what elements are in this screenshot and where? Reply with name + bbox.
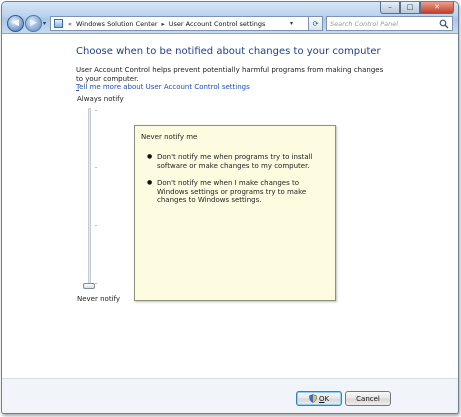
main-content: Choose when to be notified about changes… [2,34,458,378]
slider-top-label: Always notify [77,95,124,103]
uac-settings-window: – □ ✕ ◀ ▶ ▾ « Windows Solution Center ▸ … [1,1,459,414]
bullet-icon: ● [147,179,153,186]
notification-slider-track[interactable] [88,108,91,286]
maximize-button[interactable]: □ [400,2,420,14]
notification-slider-thumb[interactable] [83,283,95,289]
slider-tick [95,225,97,226]
forward-button[interactable]: ▶ [25,15,42,32]
slider-bottom-label: Never notify [77,295,120,303]
ok-button[interactable]: OK [296,391,342,406]
breadcrumb-separator-icon[interactable]: ▸ [162,20,165,28]
address-bar[interactable]: « Windows Solution Center ▸ User Account… [50,16,309,31]
cancel-button[interactable]: Cancel [345,391,391,406]
search-icon[interactable] [439,19,449,29]
page-title: Choose when to be notified about changes… [76,46,381,57]
search-input[interactable]: Search Control Panel [326,16,453,31]
dialog-footer: OK Cancel [2,378,458,413]
back-button[interactable]: ◀ [7,15,24,32]
level-description-box: Never notify me ● Don't notify me when p… [134,125,336,301]
ok-button-label: K [324,394,330,403]
description-text: User Account Control helps prevent poten… [76,66,384,83]
refresh-button[interactable]: ⟳ [309,16,323,31]
learn-more-link-text: ell me more about User Account Control s… [79,83,250,91]
address-history-chevron-icon[interactable]: ▾ [290,20,293,27]
level-description-bullet: Don't notify me when I make changes to W… [157,179,307,204]
address-overflow-chevron[interactable]: « [68,20,72,28]
slider-tick [95,110,97,111]
level-description-title: Never notify me [141,133,198,141]
slider-tick [95,283,97,284]
close-button[interactable]: ✕ [420,2,454,14]
window-chrome: – □ ✕ ◀ ▶ ▾ « Windows Solution Center ▸ … [2,2,458,34]
breadcrumb-uac-settings[interactable]: User Account Control settings [169,20,266,28]
control-panel-icon [54,19,63,28]
uac-shield-icon [309,394,317,403]
learn-more-link[interactable]: Tell me more about User Account Control … [76,83,250,91]
recent-pages-dropdown[interactable]: ▾ [43,20,46,27]
slider-tick [95,167,97,168]
search-placeholder: Search Control Panel [330,19,399,28]
level-description-bullet: Don't notify me when programs try to ins… [157,153,313,170]
cancel-button-label: Cancel [356,394,380,403]
caption-buttons: – □ ✕ [380,2,454,14]
back-arrow-icon: ◀ [12,18,19,28]
forward-arrow-icon: ▶ [30,18,37,28]
bullet-icon: ● [147,153,153,160]
breadcrumb-windows-solution-center[interactable]: Windows Solution Center [76,20,158,28]
refresh-icon: ⟳ [312,19,319,28]
minimize-button[interactable]: – [380,2,400,14]
